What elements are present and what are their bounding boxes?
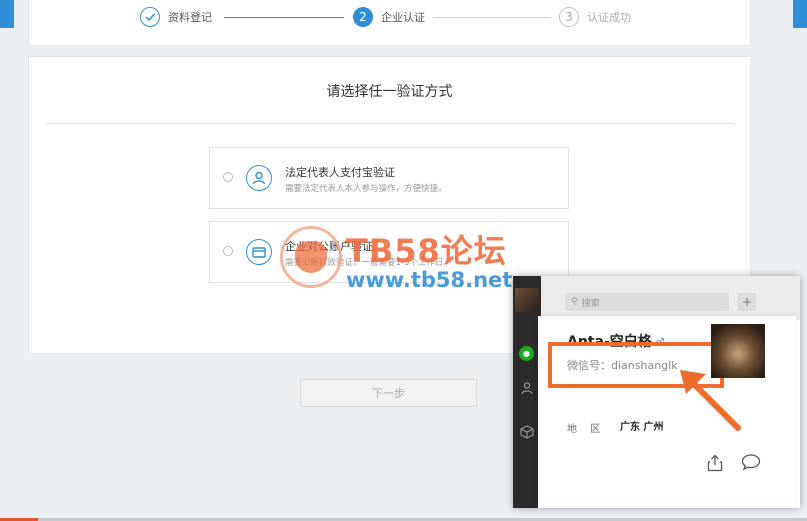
add-button[interactable]: + bbox=[738, 293, 756, 311]
step-1: 资料登记 bbox=[140, 7, 212, 27]
next-step-button[interactable]: 下一步 bbox=[300, 379, 477, 407]
radio-alipay[interactable] bbox=[223, 172, 233, 182]
step-2-label: 企业认证 bbox=[381, 11, 425, 24]
step-progress: 资料登记 2 企业认证 3 认证成功 bbox=[28, 0, 751, 46]
search-placeholder: 搜索 bbox=[581, 298, 600, 309]
step-connector-1 bbox=[224, 17, 344, 18]
card-icon bbox=[246, 239, 272, 265]
region-value: 广东 广州 bbox=[620, 422, 664, 433]
wechat-sidebar: ● bbox=[513, 276, 541, 508]
box-icon[interactable] bbox=[519, 424, 535, 440]
profile-avatar[interactable] bbox=[711, 324, 765, 378]
step-1-label: 资料登记 bbox=[168, 11, 212, 24]
wechat-profile-screenshot: ● ⚲ 搜索 + Anta-空白格 ♂ 微信号：dianshanglk 地 区 广… bbox=[513, 276, 800, 508]
profile-card: Anta-空白格 ♂ 微信号：dianshanglk 地 区 广东 广州 bbox=[538, 316, 796, 508]
step-connector-2 bbox=[433, 17, 551, 18]
wechat-search-input[interactable]: ⚲ 搜索 bbox=[565, 293, 729, 311]
user-icon bbox=[246, 165, 272, 191]
region-label: 地 区 bbox=[567, 424, 606, 435]
option-bank-title: 企业对公账户验证 bbox=[285, 240, 373, 253]
option-alipay-desc: 需要法定代表人本人参与操作，方便快捷。 bbox=[285, 184, 447, 194]
wechat-id: 微信号：dianshanglk bbox=[567, 359, 678, 372]
step-2: 2 企业认证 bbox=[353, 7, 425, 27]
contacts-icon[interactable] bbox=[519, 380, 535, 396]
chat-icon[interactable]: ● bbox=[519, 346, 534, 361]
step-3: 3 认证成功 bbox=[559, 7, 631, 27]
option-bank-desc: 需要公账打款验证，一般需要1-3个工作日。 bbox=[285, 258, 452, 268]
title-divider bbox=[45, 123, 734, 124]
option-alipay-title: 法定代表人支付宝验证 bbox=[285, 166, 395, 179]
step-3-label: 认证成功 bbox=[587, 11, 631, 24]
check-icon bbox=[140, 7, 160, 27]
search-icon: ⚲ bbox=[571, 297, 578, 307]
wechat-sidebar-avatar[interactable] bbox=[515, 288, 539, 312]
step-2-number: 2 bbox=[353, 7, 373, 27]
message-icon[interactable] bbox=[741, 453, 761, 475]
page-title: 请选择任一验证方式 bbox=[326, 84, 453, 100]
option-alipay[interactable]: 法定代表人支付宝验证 需要法定代表人本人参与操作，方便快捷。 bbox=[209, 147, 569, 209]
left-accent-bar bbox=[0, 0, 14, 28]
radio-bank-account[interactable] bbox=[223, 246, 233, 256]
step-3-number: 3 bbox=[559, 7, 579, 27]
share-icon[interactable] bbox=[707, 454, 723, 476]
option-bank-account[interactable]: 企业对公账户验证 需要公账打款验证，一般需要1-3个工作日。 bbox=[209, 221, 569, 283]
right-accent-bar bbox=[793, 0, 807, 28]
